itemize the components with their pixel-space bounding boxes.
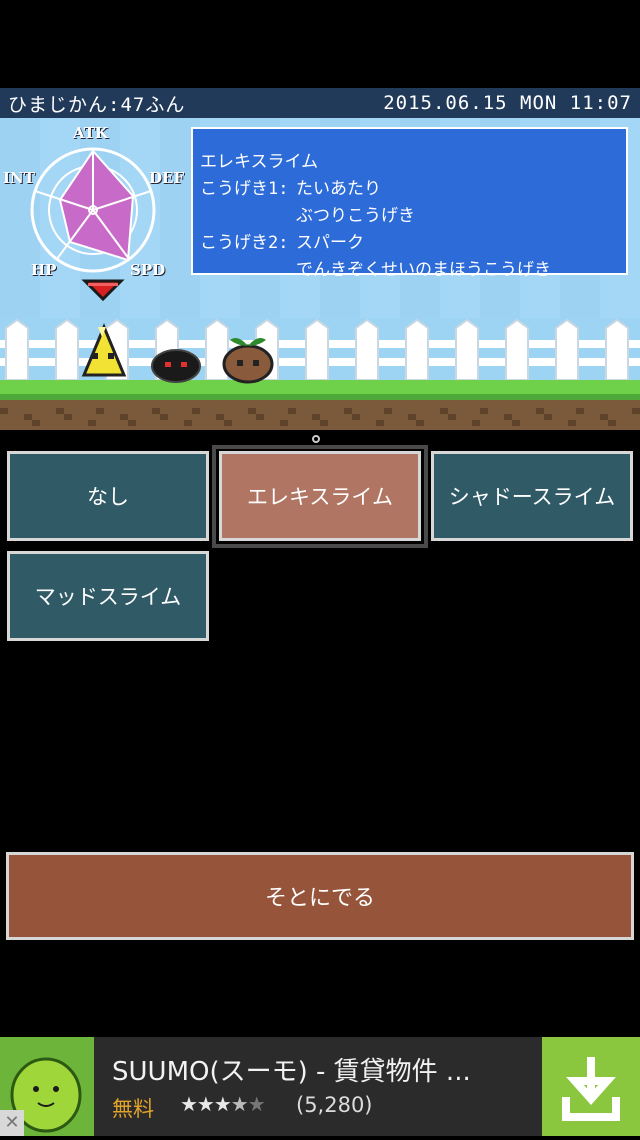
fence-picket — [555, 318, 579, 381]
slot-button-mud-slime[interactable]: マッドスライム — [7, 551, 209, 641]
fence-picket — [505, 318, 529, 381]
fence-picket — [455, 318, 479, 381]
ad-rating-count: (5,280) — [296, 1093, 373, 1117]
elec-slime-sprite — [81, 323, 127, 377]
fence-picket — [55, 318, 79, 381]
radar-label-int: INT — [3, 169, 35, 187]
slot-button-none[interactable]: なし — [7, 451, 209, 541]
ad-rating-stars: ★★★★★ — [180, 1092, 266, 1116]
attack1-label: こうげき1: — [200, 179, 289, 199]
ad-close-icon[interactable]: ✕ — [0, 1110, 24, 1136]
ad-title[interactable]: SUUMO(スーモ) - 賃貸物件 ... — [112, 1051, 471, 1088]
attack2-label: こうげき2: — [200, 233, 289, 253]
attack2-name: スパーク — [296, 233, 364, 253]
monster-info-box: エレキスライム こうげき1: たいあたり ぶつりこうげき こうげき2: スパーク… — [191, 127, 628, 280]
datetime-text: 2015.06.15 MON 11:07 — [383, 92, 632, 114]
radar-label-def: DEF — [149, 169, 185, 187]
shadow-slime-sprite — [151, 349, 201, 383]
fence-picket — [405, 318, 429, 381]
fence-picket — [5, 318, 29, 381]
fence-picket — [605, 318, 629, 381]
attack1-name: たいあたり — [296, 179, 381, 199]
go-outside-button[interactable]: そとにでる — [6, 852, 634, 940]
radar-label-hp: HP — [31, 261, 57, 279]
stats-radar-chart — [30, 147, 156, 302]
slot-button-elec-slime[interactable]: エレキスライム — [219, 451, 421, 541]
monster-panel: ATK DEF SPD HP INT エレキスライム こうげき1: たいあたり … — [0, 118, 640, 430]
radar-label-atk: ATK — [73, 124, 109, 142]
radar-stat-shape — [58, 149, 135, 262]
slot-button-shadow-slime[interactable]: シャドースライム — [431, 451, 633, 541]
fence-picket — [305, 318, 329, 381]
download-icon[interactable] — [542, 1037, 640, 1136]
radar-label-spd: SPD — [130, 261, 166, 279]
mud-slime-sprite — [222, 338, 274, 384]
page-indicator-dot — [312, 435, 320, 443]
red-arrow-icon — [81, 279, 125, 302]
attack1-type: ぶつりこうげき — [296, 206, 415, 226]
ad-price: 無料 — [112, 1097, 154, 1121]
attack2-type: でんきぞくせいのまほうこうげき — [296, 260, 551, 280]
status-bar: ひまじかん:47ふん 2015.06.15 MON 11:07 — [0, 88, 640, 118]
free-time-text: ひまじかん:47ふん — [8, 93, 186, 116]
ad-banner[interactable]: SUUMO(スーモ) - 賃貸物件 ... 無料 ★★★★★ (5,280) — [0, 1037, 640, 1136]
grass-ground — [0, 380, 640, 430]
monster-name: エレキスライム — [200, 152, 319, 172]
fence-picket — [355, 318, 379, 381]
